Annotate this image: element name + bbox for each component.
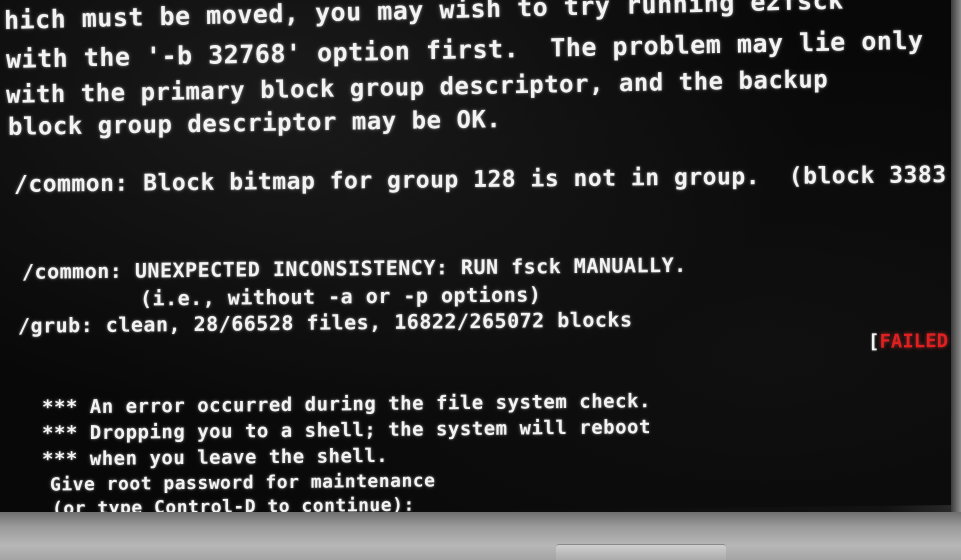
console-screen: hich must be moved, you may wish to try … [0,0,961,519]
console-line: (i.e., without -a or -p options) [140,282,542,311]
monitor-bezel-right [951,0,961,515]
console-line: *** when you leave the shell. [42,444,389,471]
console-line: *** Dropping you to a shell; the system … [42,416,651,445]
failed-label: FAILED [879,330,949,353]
failed-status: [FAILED [868,330,948,353]
monitor-bezel-button [556,544,726,560]
monitor-photo: hich must be moved, you may wish to try … [0,0,961,560]
console-line: Give root password for maintenance [50,470,436,496]
console-line: /grub: clean, 28/66528 files, 16822/2650… [18,307,633,338]
console-line: /common: UNEXPECTED INCONSISTENCY: RUN f… [22,252,687,284]
console-line: block group descriptor may be OK. [7,105,502,141]
monitor-bezel-bottom [0,512,961,560]
status-bracket: [ [868,330,880,353]
console-line: *** An error occurred during the file sy… [42,390,651,419]
console-line: /common: Block bitmap for group 128 is n… [14,162,947,198]
console-line: with the primary block group descriptor,… [5,65,829,109]
